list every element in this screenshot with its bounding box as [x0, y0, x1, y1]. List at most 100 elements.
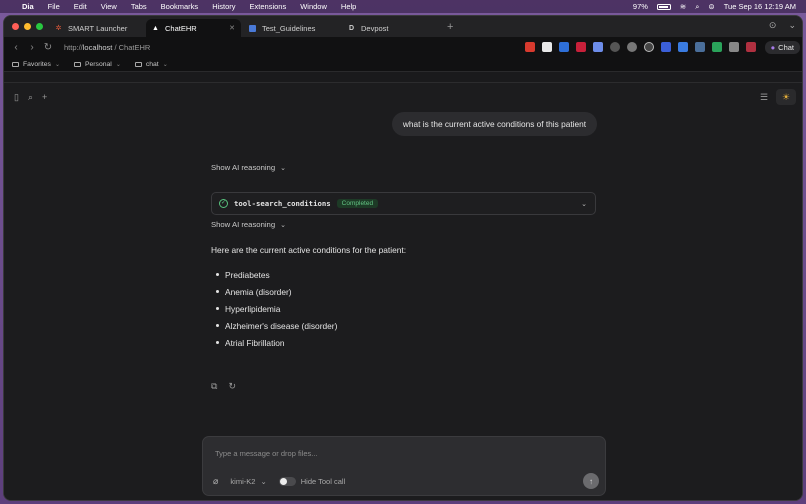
clock[interactable]: Tue Sep 16 12:19 AM	[724, 2, 796, 11]
openai-extension-icon[interactable]	[644, 42, 654, 52]
menu-edit[interactable]: Edit	[74, 2, 87, 11]
user-message: what is the current active conditions of…	[391, 112, 597, 136]
chevron-down-icon: ⌄	[280, 221, 286, 229]
bookmark-folder-chat[interactable]: chat ⌄	[134, 61, 168, 68]
menu-view[interactable]: View	[101, 2, 117, 11]
paperclip-icon[interactable]: ⌀	[213, 476, 218, 487]
list-item: Hyperlipidemia	[211, 300, 337, 317]
reload-button[interactable]: ↻	[40, 42, 56, 53]
tool-call-card[interactable]: ✓ tool-search_conditions Completed ⌄	[211, 192, 596, 215]
bullet	[216, 307, 219, 310]
back-button[interactable]: ‹	[8, 42, 24, 53]
swirl-extension-icon[interactable]	[678, 42, 688, 52]
tab-chatehr[interactable]: ▲ ChatEHR ✕	[146, 19, 241, 37]
show-reasoning-toggle[interactable]: Show AI reasoning ⌄	[211, 220, 286, 229]
app-icon: ✲	[55, 24, 62, 32]
menu-bookmarks[interactable]: Bookmarks	[161, 2, 199, 11]
pdf-extension-icon[interactable]	[525, 42, 535, 52]
forward-button[interactable]: ›	[24, 42, 40, 53]
browser-window: ✲ SMART Launcher ▲ ChatEHR ✕ Test_Guidel…	[3, 15, 803, 501]
menu-file[interactable]: File	[48, 2, 60, 11]
sun-icon[interactable]: ☀	[776, 89, 796, 105]
chevron-down-icon[interactable]: ⌄	[581, 200, 587, 208]
condition-text: Alzheimer's disease (disorder)	[225, 320, 338, 331]
copy-icon[interactable]: ⧉	[211, 381, 217, 392]
chat-page: ▯ ⌕ + ☰ ☀ what is the current active con…	[4, 82, 802, 500]
tool-name: tool-search_conditions	[234, 199, 331, 208]
window-controls	[12, 23, 43, 30]
condition-text: Atrial Fibrillation	[225, 337, 285, 348]
regenerate-icon[interactable]: ↻	[228, 381, 236, 392]
screen-extension-icon[interactable]	[729, 42, 739, 52]
url-field[interactable]: http://localhost / ChatEHR	[64, 43, 150, 52]
minimize-window-button[interactable]	[24, 23, 31, 30]
send-button[interactable]: ↑	[583, 473, 599, 489]
bookmark-label: Favorites	[23, 60, 51, 68]
tab-label: Test_Guidelines	[262, 23, 316, 33]
shield-extension-icon[interactable]	[559, 42, 569, 52]
chat-button-label: Chat	[778, 43, 794, 52]
m-extension-icon[interactable]	[576, 42, 586, 52]
pen-extension-icon[interactable]	[542, 42, 552, 52]
puzzle-extension-icon[interactable]	[695, 42, 705, 52]
mac-menubar: Dia File Edit View Tabs Bookmarks Histor…	[0, 0, 806, 13]
status-badge: Completed	[336, 199, 379, 208]
tab-smart-launcher[interactable]: ✲ SMART Launcher	[49, 19, 144, 37]
battery-percent: 97%	[632, 2, 648, 11]
message-input[interactable]: Type a message or drop files...	[215, 449, 318, 458]
bullet	[216, 290, 219, 293]
chevron-down-icon: ⌄	[54, 61, 60, 68]
check-circle-icon: ✓	[219, 199, 228, 208]
triangle-icon: ▲	[152, 24, 159, 32]
close-tab-icon[interactable]: ✕	[229, 24, 235, 32]
menu-help[interactable]: Help	[341, 2, 356, 11]
show-reasoning-toggle[interactable]: Show AI reasoning ⌄	[211, 163, 286, 172]
bookmark-label: Personal	[84, 60, 112, 68]
chat-button[interactable]: ● Chat	[764, 41, 800, 54]
model-select[interactable]: kimi-K2 ⌄	[230, 477, 266, 486]
zoom-window-button[interactable]	[36, 23, 43, 30]
search-icon[interactable]: ⌕	[28, 92, 33, 103]
url-path: / ChatEHR	[112, 42, 151, 52]
red-extension-icon[interactable]	[746, 42, 756, 52]
tab-devpost[interactable]: D Devpost	[342, 19, 437, 37]
menu-extensions[interactable]: Extensions	[250, 2, 287, 11]
wifi-icon[interactable]: ≋	[680, 2, 686, 11]
sidebar-toggle-icon[interactable]: ▯	[14, 92, 19, 103]
hide-tool-call-toggle[interactable]: Hide Tool call	[278, 477, 346, 486]
folder-icon	[134, 61, 142, 67]
menu-dia[interactable]: Dia	[22, 2, 34, 11]
control-center-icon[interactable]: ⊜	[708, 2, 714, 11]
menu-tabs[interactable]: Tabs	[131, 2, 147, 11]
download-icon[interactable]: ⊙	[769, 20, 777, 31]
menu-window[interactable]: Window	[300, 2, 327, 11]
chevron-down-icon[interactable]: ⌄	[788, 20, 796, 31]
page-extension-icon[interactable]	[593, 42, 603, 52]
new-chat-icon[interactable]: +	[42, 92, 47, 103]
folder-icon	[12, 61, 19, 67]
tab-label: SMART Launcher	[68, 23, 128, 33]
battery-icon[interactable]	[656, 3, 671, 10]
assistant-answer-intro: Here are the current active conditions f…	[211, 245, 407, 255]
spotlight-icon[interactable]: ⌕	[695, 2, 699, 12]
bullet	[216, 324, 219, 327]
bookmark-folder-favorites[interactable]: Favorites ⌄	[12, 61, 60, 68]
model-label: kimi-K2	[230, 477, 256, 486]
tab-test-guidelines[interactable]: Test_Guidelines	[243, 19, 338, 37]
gear-extension-icon[interactable]	[627, 42, 637, 52]
menu-history[interactable]: History	[212, 2, 235, 11]
toggle-label: Hide Tool call	[300, 477, 346, 486]
url-host: localhost	[82, 42, 113, 52]
composer-controls: ⌀ kimi-K2 ⌄ Hide Tool call	[213, 476, 345, 487]
circle-extension-icon[interactable]	[610, 42, 620, 52]
close-window-button[interactable]	[12, 23, 19, 30]
new-tab-button[interactable]: +	[447, 21, 453, 33]
bookmark-folder-personal[interactable]: Personal ⌄	[73, 60, 121, 68]
toggle-switch[interactable]	[278, 477, 296, 486]
message-composer: Type a message or drop files... ⌀ kimi-K…	[202, 436, 606, 496]
grid-extension-icon[interactable]	[661, 42, 671, 52]
d-icon: D	[348, 24, 355, 32]
settings-sliders-icon[interactable]: ☰	[754, 89, 774, 105]
address-bar: ‹ › ↻ http://localhost / ChatEHR ● Chat	[4, 37, 802, 57]
green-shield-extension-icon[interactable]	[712, 42, 722, 52]
